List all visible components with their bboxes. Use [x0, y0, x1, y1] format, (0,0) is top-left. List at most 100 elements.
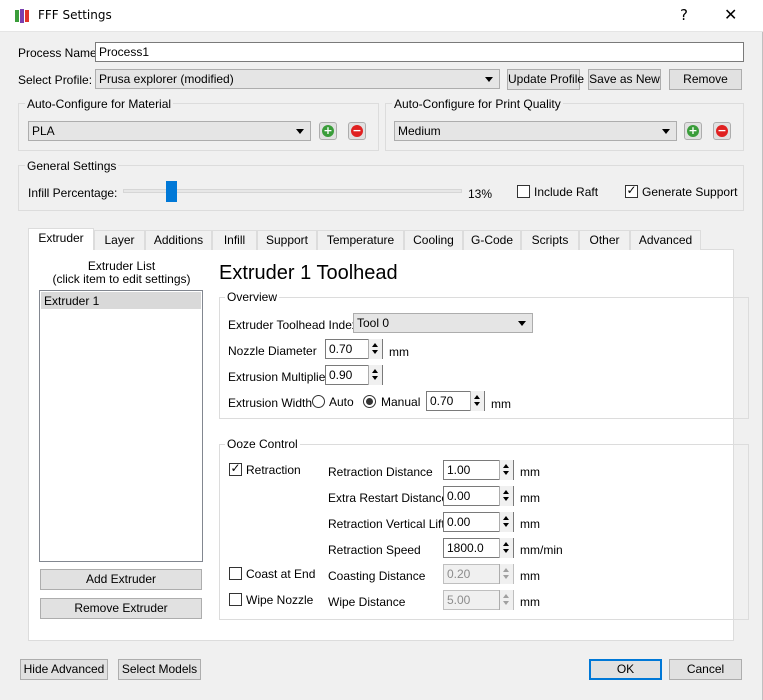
retraction-speed-spinner[interactable] [499, 538, 513, 558]
add-extruder-button[interactable]: Add Extruder [40, 569, 202, 590]
checkmark-icon: ✓ [626, 183, 637, 197]
cancel-button[interactable]: Cancel [669, 659, 742, 680]
retraction-distance-unit: mm [520, 465, 540, 479]
tab-scripts[interactable]: Scripts [521, 230, 579, 250]
overview-title: Overview [225, 290, 280, 304]
process-name-input[interactable]: Process1 [95, 42, 744, 62]
infill-percentage-value: 13% [468, 187, 493, 201]
remove-extruder-button[interactable]: Remove Extruder [40, 598, 202, 619]
general-settings-title: General Settings [25, 159, 119, 173]
help-button[interactable]: ? [680, 6, 688, 24]
quality-group-title: Auto-Configure for Print Quality [392, 97, 563, 111]
retraction-checkbox[interactable]: ✓ [229, 461, 242, 476]
profile-dropdown-value: Prusa explorer (modified) [99, 72, 234, 86]
radio-selected-icon [366, 398, 373, 405]
app-logo-icon [14, 8, 30, 24]
extruder-list-title: Extruder List [87, 259, 156, 273]
minus-icon: − [716, 124, 728, 137]
coasting-distance-label: Coasting Distance [328, 569, 426, 583]
toolhead-heading: Extruder 1 Toolhead [219, 262, 398, 284]
chevron-down-icon [662, 129, 670, 134]
wipe-distance-spinner[interactable] [499, 590, 513, 610]
chevron-down-icon [296, 129, 304, 134]
chevron-down-icon [485, 77, 493, 82]
checkmark-icon: ✓ [230, 461, 241, 475]
retraction-distance-label: Retraction Distance [328, 465, 433, 479]
remove-profile-button[interactable]: Remove [669, 69, 742, 90]
retraction-distance-spinner[interactable] [499, 460, 513, 480]
quality-dropdown[interactable]: Medium [394, 121, 677, 141]
save-as-new-button[interactable]: Save as New [588, 69, 661, 90]
remove-quality-button[interactable]: − [713, 122, 731, 140]
extrusion-width-manual-radio[interactable] [363, 395, 376, 408]
generate-support-label: Generate Support [642, 185, 738, 199]
profile-dropdown[interactable]: Prusa explorer (modified) [95, 69, 500, 89]
add-material-button[interactable]: + [319, 122, 337, 140]
ok-button[interactable]: OK [589, 659, 662, 680]
select-profile-label: Select Profile: [18, 73, 93, 87]
plus-icon: + [687, 124, 699, 137]
retraction-vertical-lift-spinner[interactable] [499, 512, 513, 532]
extrusion-multiplier-label: Extrusion Multiplier [228, 370, 330, 384]
infill-slider-handle[interactable] [166, 181, 177, 202]
add-quality-button[interactable]: + [684, 122, 702, 140]
list-item[interactable]: Extruder 1 [41, 292, 201, 309]
extrusion-width-auto-radio[interactable] [312, 395, 325, 408]
window-title: FFF Settings [38, 8, 112, 22]
coasting-distance-spinner[interactable] [499, 564, 513, 584]
quality-dropdown-value: Medium [398, 124, 441, 138]
extrusion-width-auto-label: Auto [329, 395, 354, 409]
extrusion-multiplier-spinner[interactable] [368, 365, 382, 385]
material-group-title: Auto-Configure for Material [25, 97, 174, 111]
material-dropdown-value: PLA [32, 124, 55, 138]
extrusion-width-unit: mm [491, 397, 511, 411]
extrusion-width-spinner[interactable] [470, 391, 484, 411]
tab-support[interactable]: Support [257, 230, 317, 250]
material-dropdown[interactable]: PLA [28, 121, 311, 141]
retraction-speed-unit: mm/min [520, 543, 563, 557]
tab-additions[interactable]: Additions [145, 230, 212, 250]
wipe-distance-label: Wipe Distance [328, 595, 406, 609]
select-models-button[interactable]: Select Models [118, 659, 201, 680]
extruder-list[interactable] [39, 290, 203, 562]
process-name-label: Process Name: [18, 46, 101, 60]
update-profile-button[interactable]: Update Profile [507, 69, 584, 90]
wipe-nozzle-checkbox[interactable] [229, 593, 242, 606]
tab-infill[interactable]: Infill [212, 230, 257, 250]
extra-restart-distance-spinner[interactable] [499, 486, 513, 506]
ooze-control-title: Ooze Control [225, 437, 300, 451]
minus-icon: − [351, 124, 363, 137]
tab-temperature[interactable]: Temperature [317, 230, 404, 250]
extra-restart-distance-unit: mm [520, 491, 540, 505]
remove-material-button[interactable]: − [348, 122, 366, 140]
title-bar [0, 0, 763, 32]
chevron-down-icon [518, 321, 526, 326]
extrusion-width-manual-label: Manual [381, 395, 421, 409]
wipe-distance-unit: mm [520, 595, 540, 609]
coasting-distance-unit: mm [520, 569, 540, 583]
tab-advanced[interactable]: Advanced [630, 230, 701, 250]
coast-at-end-label: Coast at End [246, 567, 316, 581]
retraction-speed-label: Retraction Speed [328, 543, 421, 557]
tab-extruder[interactable]: Extruder [28, 228, 94, 250]
tab-other[interactable]: Other [579, 230, 630, 250]
extruder-list-subtitle: (click item to edit settings) [52, 272, 191, 286]
retraction-label: Retraction [246, 463, 301, 477]
nozzle-diameter-unit: mm [389, 345, 409, 359]
close-button[interactable]: ✕ [724, 5, 737, 24]
nozzle-diameter-label: Nozzle Diameter [228, 344, 317, 358]
tab-cooling[interactable]: Cooling [404, 230, 463, 250]
tab-layer[interactable]: Layer [94, 230, 145, 250]
coast-at-end-checkbox[interactable] [229, 567, 242, 580]
hide-advanced-button[interactable]: Hide Advanced [20, 659, 108, 680]
extrusion-width-label: Extrusion Width [228, 396, 313, 410]
retraction-vertical-lift-label: Retraction Vertical Lift [328, 517, 445, 531]
generate-support-checkbox[interactable]: ✓ [625, 183, 638, 198]
retraction-vertical-lift-unit: mm [520, 517, 540, 531]
tab-g-code[interactable]: G-Code [463, 230, 521, 250]
nozzle-diameter-spinner[interactable] [368, 339, 382, 359]
infill-percentage-label: Infill Percentage: [28, 186, 118, 200]
toolhead-index-dropdown[interactable]: Tool 0 [353, 313, 533, 333]
include-raft-label: Include Raft [534, 185, 599, 199]
include-raft-checkbox[interactable] [517, 185, 530, 198]
